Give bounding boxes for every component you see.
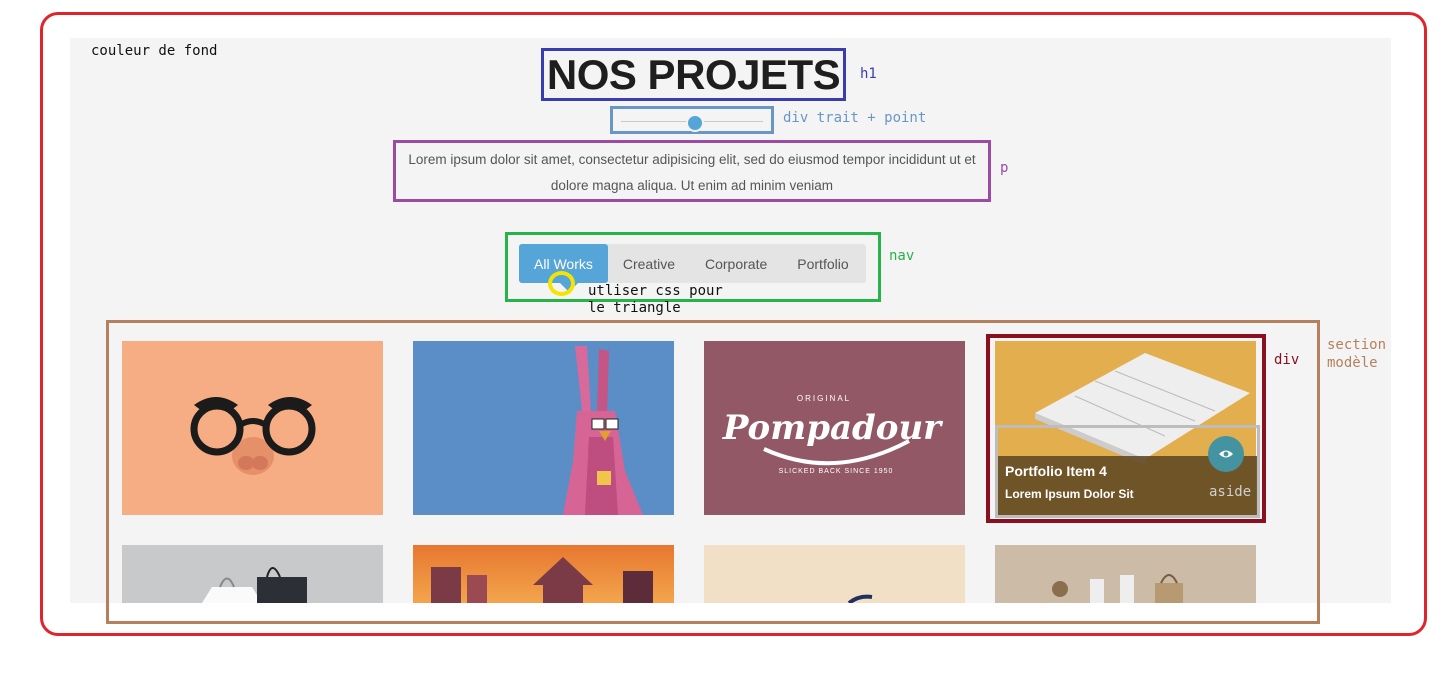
annotation-section-line2: modèle [1327,355,1378,371]
stationery-icon [1052,574,1183,603]
pompadour-logo: ORIGINAL Pompadour SLICKED BACK SINCE 19… [722,394,943,475]
filter-creative[interactable]: Creative [608,244,690,283]
annotation-nav: nav [889,248,915,264]
overlay-title: Portfolio Item 4 [1005,463,1107,479]
annotation-aside: aside [1209,484,1252,500]
filter-portfolio[interactable]: Portfolio [782,244,863,283]
eye-glyph [1219,450,1233,458]
portfolio-item-1[interactable] [122,341,383,515]
portfolio-item-5[interactable] [122,545,383,603]
shopping-bags-icon [202,567,307,603]
divider-dot [686,114,704,132]
script-mark [847,594,873,603]
annotation-triangle-line1: utliser css pour [588,283,723,299]
filter-corporate[interactable]: Corporate [690,244,782,283]
bunny-icon [563,346,643,515]
page-title: NOS PROJETS [546,50,841,98]
logo-bottom-text: SLICKED BACK SINCE 1950 [779,468,894,475]
annotation-p: p [1000,160,1009,176]
triangle-highlight [548,271,575,296]
logo-script-text: Pompadour [722,408,943,448]
annotation-section-line1: section [1327,337,1387,353]
annotation-section: section modèle [1327,336,1386,372]
portfolio-item-6[interactable] [413,545,674,603]
annotation-divider: div trait + point [783,110,927,126]
annotation-triangle-line2: le triangle [588,300,681,316]
city-skyline-icon [431,557,653,603]
intro-paragraph: Lorem ipsum dolor sit amet, consectetur … [408,152,976,193]
intro-box: Lorem ipsum dolor sit amet, consectetur … [393,140,991,202]
portfolio-item-3[interactable]: ORIGINAL Pompadour SLICKED BACK SINCE 19… [704,341,965,515]
portfolio-item-7[interactable] [704,545,965,603]
overlay-subtitle: Lorem Ipsum Dolor Sit [1005,487,1134,501]
eye-icon[interactable] [1208,436,1244,472]
glasses-icon [190,397,316,475]
portfolio-item-8[interactable] [995,545,1256,603]
annotation-background: couleur de fond [91,43,218,59]
annotation-div: div [1274,352,1300,368]
portfolio-overlay-aside: Portfolio Item 4 Lorem Ipsum Dolor Sit a… [995,425,1260,518]
title-box: NOS PROJETS [541,48,846,101]
annotation-triangle: utliser css pour le triangle [588,283,723,317]
annotation-h1: h1 [860,66,877,82]
portfolio-item-2[interactable] [413,341,674,515]
divider-line-dot [610,106,774,134]
logo-top-text: ORIGINAL [797,394,851,403]
section-bottom-fill [112,606,1314,618]
